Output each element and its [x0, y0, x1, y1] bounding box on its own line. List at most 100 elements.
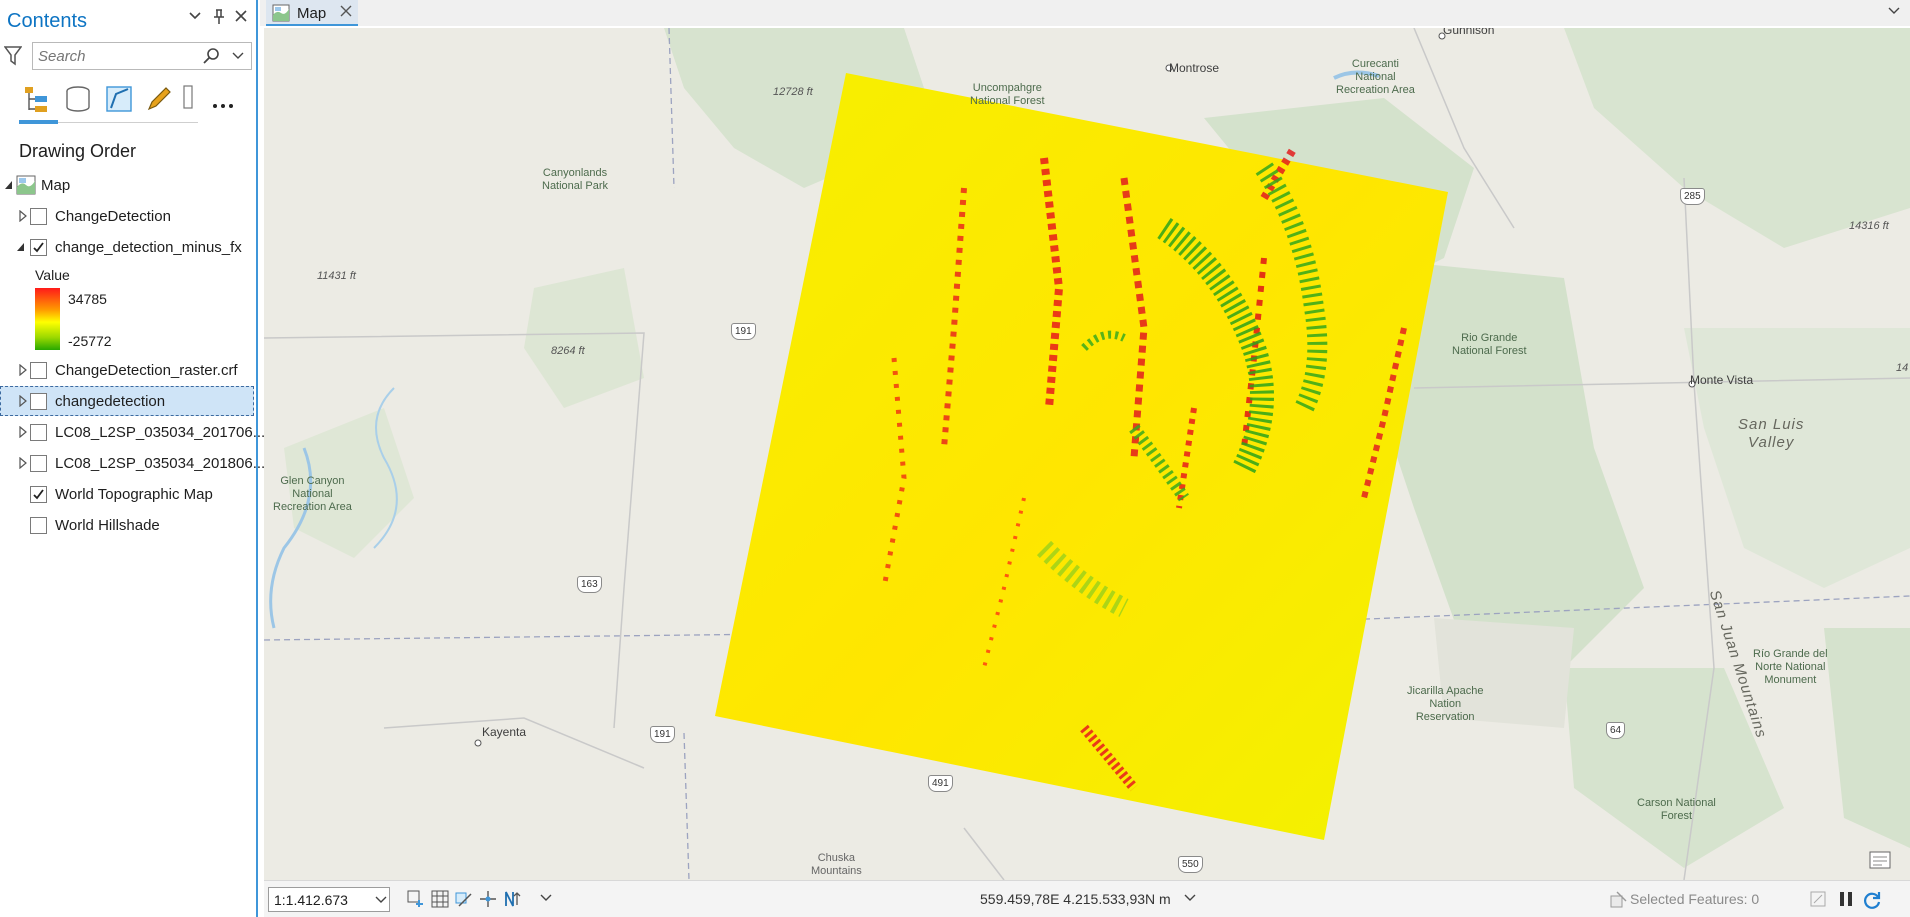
- list-by-editing-icon[interactable]: [144, 84, 174, 114]
- map-label-rio-grande-forest: Rio Grande National Forest: [1452, 332, 1527, 357]
- pin-icon[interactable]: [209, 9, 229, 29]
- tab-map[interactable]: Map: [266, 0, 358, 26]
- search-icon[interactable]: [203, 47, 221, 65]
- layer-row-lc08-2018[interactable]: LC08_L2SP_035034_201806...: [0, 448, 265, 478]
- contents-title: Contents: [7, 10, 88, 32]
- map-icon: [16, 175, 36, 195]
- legend-high-value: 34785: [68, 291, 107, 307]
- map-icon: [272, 4, 290, 22]
- document-tab-strip: [260, 0, 1910, 26]
- tab-divider: [58, 122, 198, 123]
- drawing-order-heading: Drawing Order: [19, 141, 137, 161]
- layer-visibility-checkbox[interactable]: [30, 208, 47, 225]
- list-by-data-source-icon[interactable]: [63, 84, 93, 114]
- search-box[interactable]: [32, 42, 252, 70]
- close-tab-icon[interactable]: [340, 4, 354, 20]
- layer-label: change_detection_minus_fx: [55, 239, 242, 256]
- map-label-chuska: Chuska Mountains: [811, 852, 862, 877]
- layer-row-map[interactable]: Map: [0, 170, 254, 200]
- layer-visibility-checkbox[interactable]: [30, 455, 47, 472]
- map-label-uncompahgre: Uncompahgre National Forest: [970, 82, 1045, 107]
- layer-label: changedetection: [55, 393, 166, 410]
- map-label-canyonlands: Canyonlands National Park: [542, 167, 609, 192]
- legend-low-value: -25772: [68, 333, 112, 349]
- layer-row-lc08-2017[interactable]: LC08_L2SP_035034_201706...: [0, 417, 265, 447]
- layer-visibility-checkbox[interactable]: [30, 393, 47, 410]
- map-label-carson: Carson National Forest: [1637, 797, 1716, 822]
- grid-icon[interactable]: [431, 890, 449, 908]
- contents-pane: Contents Dra: [0, 0, 265, 917]
- selected-features-icon[interactable]: [1610, 890, 1628, 908]
- map-label-monte-vista: Monte Vista: [1690, 373, 1754, 387]
- layer-row-changedetection[interactable]: ChangeDetection: [0, 201, 254, 231]
- route-shield: 163: [577, 576, 602, 593]
- pause-drawing-icon[interactable]: [1837, 890, 1855, 908]
- active-tab-indicator: [19, 120, 58, 124]
- selected-features-count: Selected Features: 0: [1630, 891, 1760, 907]
- layer-row-world-hillshade[interactable]: World Hillshade: [0, 510, 254, 540]
- list-by-selection-icon[interactable]: [104, 84, 134, 114]
- map-label-kayenta: Kayenta: [482, 725, 527, 739]
- layer-label: LC08_L2SP_035034_201806...: [55, 455, 266, 472]
- list-by-snapping-icon[interactable]: [181, 84, 195, 114]
- pane-options-chevron-icon[interactable]: [185, 9, 205, 29]
- route-shield: 191: [650, 726, 675, 743]
- route-shield: 191: [731, 323, 756, 340]
- coordinate-readout: 559.459,78E 4.215.533,93N m: [980, 891, 1171, 907]
- expand-triangle-icon[interactable]: [18, 363, 28, 377]
- scale-value: 1:1.412.673: [274, 892, 348, 908]
- snapping-icon[interactable]: [479, 890, 497, 908]
- map-label-gunnison: Gunnison: [1443, 28, 1495, 37]
- refresh-icon[interactable]: [1862, 890, 1881, 909]
- layer-visibility-checkbox[interactable]: [30, 239, 47, 256]
- layer-visibility-checkbox[interactable]: [30, 424, 47, 441]
- map-label-elevation: 14: [1896, 362, 1909, 374]
- collapse-triangle-icon[interactable]: [4, 178, 14, 190]
- route-shield: 64: [1606, 722, 1626, 739]
- layer-visibility-checkbox[interactable]: [30, 517, 47, 534]
- north-arrow-icon[interactable]: [503, 890, 521, 908]
- more-options-icon[interactable]: [211, 84, 237, 114]
- expand-triangle-icon[interactable]: [18, 209, 28, 223]
- search-input[interactable]: [33, 43, 193, 69]
- tools-chevron-icon[interactable]: [540, 890, 552, 908]
- layer-label: LC08_L2SP_035034_201706...: [55, 424, 266, 441]
- layer-visibility-checkbox[interactable]: [30, 362, 47, 379]
- coordinate-format-chevron-icon[interactable]: [1184, 891, 1198, 906]
- expand-triangle-icon[interactable]: [18, 456, 28, 470]
- map-label-montrose: Montrose: [1169, 61, 1220, 75]
- map-label-rio-grande-monument: Río Grande del Norte National Monument: [1753, 648, 1828, 686]
- route-shield: 491: [928, 775, 953, 792]
- layer-row-changedetection-selected[interactable]: changedetection: [0, 386, 254, 416]
- collapse-triangle-icon[interactable]: [16, 240, 26, 252]
- notes-panel-icon[interactable]: [1868, 848, 1892, 872]
- scale-chevron-icon[interactable]: [375, 893, 387, 908]
- full-extent-icon[interactable]: [407, 890, 425, 908]
- layer-label: ChangeDetection: [55, 208, 171, 225]
- expand-triangle-icon[interactable]: [18, 394, 28, 408]
- tab-list-chevron-icon[interactable]: [1884, 3, 1904, 23]
- clear-selection-icon[interactable]: [1809, 890, 1827, 908]
- layer-row-world-topographic-map[interactable]: World Topographic Map: [0, 479, 254, 509]
- expand-triangle-icon[interactable]: [18, 425, 28, 439]
- scale-select[interactable]: 1:1.412.673: [268, 887, 390, 912]
- list-by-drawing-order-icon[interactable]: [22, 84, 52, 114]
- layer-row-changedetection-raster-crf[interactable]: ChangeDetection_raster.crf: [0, 355, 254, 385]
- route-shield: 285: [1680, 188, 1705, 205]
- filter-icon[interactable]: [3, 44, 23, 66]
- map-label-san-luis-valley: San Luis Valley: [1738, 416, 1805, 451]
- map-label-curecanti: Curecanti National Recreation Area: [1336, 58, 1415, 96]
- map-label-elevation: 14316 ft: [1849, 220, 1889, 232]
- legend-color-ramp[interactable]: [35, 288, 60, 350]
- close-icon[interactable]: [231, 9, 251, 29]
- layer-row-change-detection-minus-fx[interactable]: change_detection_minus_fx: [0, 232, 254, 262]
- layer-label: ChangeDetection_raster.crf: [55, 362, 238, 379]
- layer-visibility-checkbox[interactable]: [30, 486, 47, 503]
- correlation-icon[interactable]: [455, 890, 473, 908]
- map-status-bar: 1:1.412.673 559.459,78E 4.215.533,93N m …: [264, 880, 1910, 917]
- tab-map-label: Map: [297, 5, 327, 22]
- layer-label: World Hillshade: [55, 517, 160, 534]
- map-view[interactable]: Gunnison Montrose Monte Vista Kayenta Cu…: [264, 28, 1910, 880]
- search-options-chevron-icon[interactable]: [231, 48, 247, 64]
- legend-title: Value: [35, 267, 70, 283]
